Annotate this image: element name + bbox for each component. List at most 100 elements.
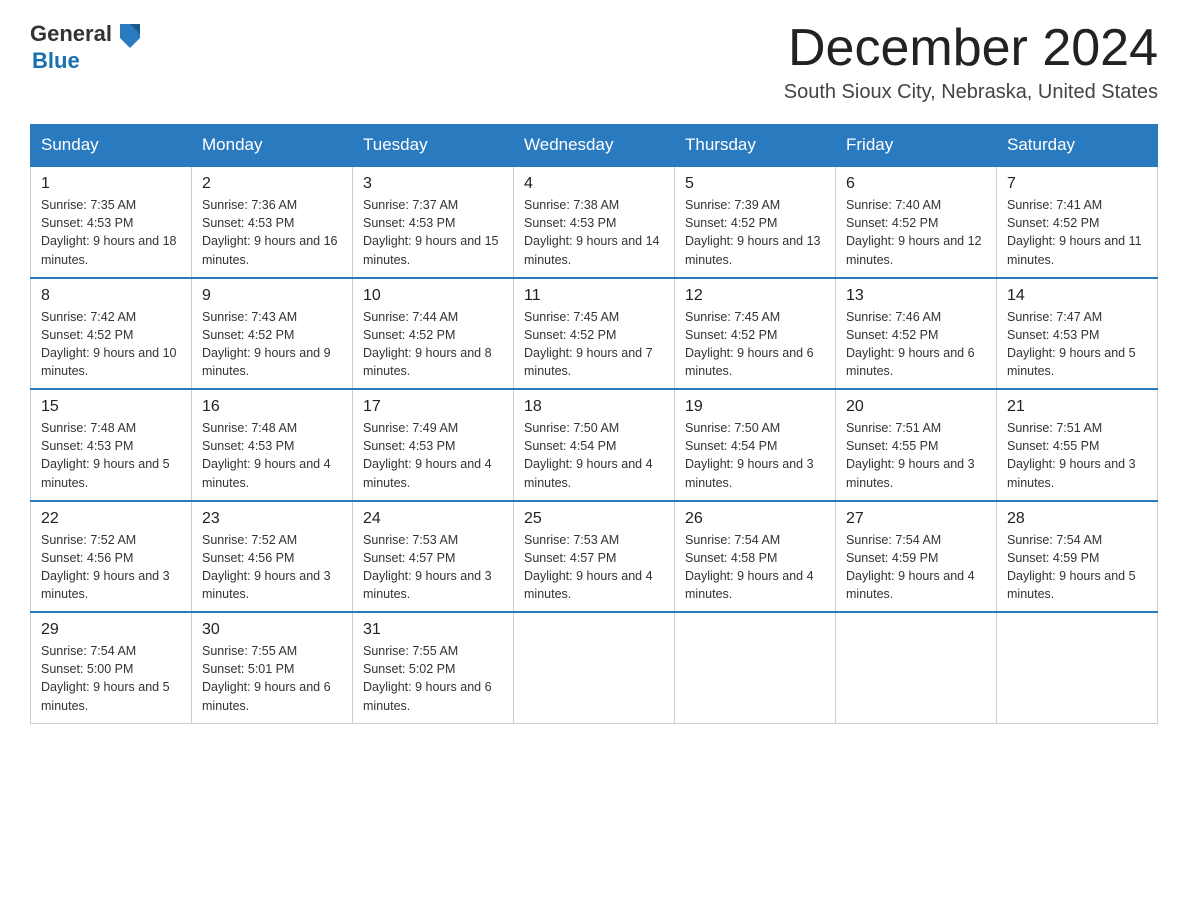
logo: General Blue	[30, 20, 144, 74]
day-info: Sunrise: 7:45 AMSunset: 4:52 PMDaylight:…	[685, 308, 825, 381]
calendar-cell	[675, 612, 836, 723]
calendar-cell: 8 Sunrise: 7:42 AMSunset: 4:52 PMDaylight…	[31, 278, 192, 390]
calendar-cell: 18 Sunrise: 7:50 AMSunset: 4:54 PMDayligh…	[514, 389, 675, 501]
day-number: 24	[363, 510, 503, 528]
weekday-header-saturday: Saturday	[997, 125, 1158, 167]
day-number: 22	[41, 510, 181, 528]
day-info: Sunrise: 7:41 AMSunset: 4:52 PMDaylight:…	[1007, 196, 1147, 269]
calendar-cell: 16Sunrise: 7:48 AMSunset: 4:53 PMDayligh…	[192, 389, 353, 501]
day-info: Sunrise: 7:48 AMSunset: 4:53 PMDaylight:…	[41, 419, 181, 492]
day-info: Sunrise: 7:36 AMSunset: 4:53 PMDaylight:…	[202, 196, 342, 269]
day-info: Sunrise: 7:51 AMSunset: 4:55 PMDaylight:…	[1007, 419, 1147, 492]
calendar-cell: 30Sunrise: 7:55 AMSunset: 5:01 PMDayligh…	[192, 612, 353, 723]
day-number: 11	[524, 287, 664, 305]
day-number: 14	[1007, 287, 1147, 305]
logo-icon	[116, 20, 144, 48]
day-info: Sunrise: 7:39 AMSunset: 4:52 PMDaylight:…	[685, 196, 825, 269]
day-number: 26	[685, 510, 825, 528]
weekday-header-row: SundayMondayTuesdayWednesdayThursdayFrid…	[31, 125, 1158, 167]
day-info: Sunrise: 7:38 AMSunset: 4:53 PMDaylight:…	[524, 196, 664, 269]
calendar-cell: 7 Sunrise: 7:41 AMSunset: 4:52 PMDaylight…	[997, 166, 1158, 278]
calendar-week-row: 8 Sunrise: 7:42 AMSunset: 4:52 PMDaylight…	[31, 278, 1158, 390]
calendar-cell: 9 Sunrise: 7:43 AMSunset: 4:52 PMDaylight…	[192, 278, 353, 390]
calendar-cell	[836, 612, 997, 723]
day-number: 27	[846, 510, 986, 528]
day-info: Sunrise: 7:46 AMSunset: 4:52 PMDaylight:…	[846, 308, 986, 381]
calendar-cell: 2 Sunrise: 7:36 AMSunset: 4:53 PMDaylight…	[192, 166, 353, 278]
weekday-header-wednesday: Wednesday	[514, 125, 675, 167]
day-info: Sunrise: 7:50 AMSunset: 4:54 PMDaylight:…	[524, 419, 664, 492]
weekday-header-friday: Friday	[836, 125, 997, 167]
day-info: Sunrise: 7:54 AMSunset: 4:59 PMDaylight:…	[1007, 531, 1147, 604]
day-number: 3	[363, 175, 503, 193]
logo-blue-text: Blue	[32, 48, 80, 74]
day-number: 23	[202, 510, 342, 528]
day-number: 8	[41, 287, 181, 305]
calendar-cell	[997, 612, 1158, 723]
logo-general-text: General	[30, 21, 112, 47]
calendar-cell: 15 Sunrise: 7:48 AMSunset: 4:53 PMDayligh…	[31, 389, 192, 501]
day-number: 20	[846, 398, 986, 416]
calendar-cell: 28 Sunrise: 7:54 AMSunset: 4:59 PMDayligh…	[997, 501, 1158, 613]
day-number: 9	[202, 287, 342, 305]
day-number: 16	[202, 398, 342, 416]
day-info: Sunrise: 7:53 AMSunset: 4:57 PMDaylight:…	[363, 531, 503, 604]
day-number: 17	[363, 398, 503, 416]
calendar-cell: 14Sunrise: 7:47 AMSunset: 4:53 PMDayligh…	[997, 278, 1158, 390]
day-number: 25	[524, 510, 664, 528]
calendar-cell: 17Sunrise: 7:49 AMSunset: 4:53 PMDayligh…	[353, 389, 514, 501]
calendar-cell: 22Sunrise: 7:52 AMSunset: 4:56 PMDayligh…	[31, 501, 192, 613]
day-info: Sunrise: 7:53 AMSunset: 4:57 PMDaylight:…	[524, 531, 664, 604]
calendar-cell: 3Sunrise: 7:37 AMSunset: 4:53 PMDaylight…	[353, 166, 514, 278]
day-info: Sunrise: 7:35 AMSunset: 4:53 PMDaylight:…	[41, 196, 181, 269]
day-number: 4	[524, 175, 664, 193]
calendar-cell: 6 Sunrise: 7:40 AMSunset: 4:52 PMDaylight…	[836, 166, 997, 278]
calendar-cell: 27 Sunrise: 7:54 AMSunset: 4:59 PMDayligh…	[836, 501, 997, 613]
day-info: Sunrise: 7:43 AMSunset: 4:52 PMDaylight:…	[202, 308, 342, 381]
location-subtitle: South Sioux City, Nebraska, United State…	[784, 81, 1158, 104]
calendar-cell: 13 Sunrise: 7:46 AMSunset: 4:52 PMDayligh…	[836, 278, 997, 390]
day-info: Sunrise: 7:54 AMSunset: 4:58 PMDaylight:…	[685, 531, 825, 604]
calendar-week-row: 15 Sunrise: 7:48 AMSunset: 4:53 PMDayligh…	[31, 389, 1158, 501]
calendar-cell: 1 Sunrise: 7:35 AMSunset: 4:53 PMDaylight…	[31, 166, 192, 278]
day-number: 15	[41, 398, 181, 416]
calendar-cell: 26 Sunrise: 7:54 AMSunset: 4:58 PMDayligh…	[675, 501, 836, 613]
day-number: 10	[363, 287, 503, 305]
day-number: 7	[1007, 175, 1147, 193]
day-info: Sunrise: 7:42 AMSunset: 4:52 PMDaylight:…	[41, 308, 181, 381]
day-number: 21	[1007, 398, 1147, 416]
day-info: Sunrise: 7:45 AMSunset: 4:52 PMDaylight:…	[524, 308, 664, 381]
calendar-cell: 25 Sunrise: 7:53 AMSunset: 4:57 PMDayligh…	[514, 501, 675, 613]
day-number: 28	[1007, 510, 1147, 528]
day-number: 5	[685, 175, 825, 193]
title-area: December 2024 South Sioux City, Nebraska…	[784, 20, 1158, 104]
day-number: 6	[846, 175, 986, 193]
day-info: Sunrise: 7:40 AMSunset: 4:52 PMDaylight:…	[846, 196, 986, 269]
day-info: Sunrise: 7:51 AMSunset: 4:55 PMDaylight:…	[846, 419, 986, 492]
calendar-week-row: 22Sunrise: 7:52 AMSunset: 4:56 PMDayligh…	[31, 501, 1158, 613]
day-info: Sunrise: 7:55 AMSunset: 5:02 PMDaylight:…	[363, 642, 503, 715]
calendar-cell: 5 Sunrise: 7:39 AMSunset: 4:52 PMDaylight…	[675, 166, 836, 278]
day-info: Sunrise: 7:55 AMSunset: 5:01 PMDaylight:…	[202, 642, 342, 715]
calendar-cell: 23Sunrise: 7:52 AMSunset: 4:56 PMDayligh…	[192, 501, 353, 613]
calendar-cell: 10Sunrise: 7:44 AMSunset: 4:52 PMDayligh…	[353, 278, 514, 390]
calendar-cell: 12 Sunrise: 7:45 AMSunset: 4:52 PMDayligh…	[675, 278, 836, 390]
day-number: 13	[846, 287, 986, 305]
calendar-cell: 24 Sunrise: 7:53 AMSunset: 4:57 PMDayligh…	[353, 501, 514, 613]
calendar-cell: 21 Sunrise: 7:51 AMSunset: 4:55 PMDayligh…	[997, 389, 1158, 501]
calendar-cell: 29Sunrise: 7:54 AMSunset: 5:00 PMDayligh…	[31, 612, 192, 723]
calendar-cell: 20 Sunrise: 7:51 AMSunset: 4:55 PMDayligh…	[836, 389, 997, 501]
day-number: 31	[363, 621, 503, 639]
day-number: 19	[685, 398, 825, 416]
day-number: 18	[524, 398, 664, 416]
day-number: 12	[685, 287, 825, 305]
calendar-cell: 11 Sunrise: 7:45 AMSunset: 4:52 PMDayligh…	[514, 278, 675, 390]
weekday-header-sunday: Sunday	[31, 125, 192, 167]
day-number: 1	[41, 175, 181, 193]
calendar-table: SundayMondayTuesdayWednesdayThursdayFrid…	[30, 124, 1158, 724]
day-info: Sunrise: 7:54 AMSunset: 4:59 PMDaylight:…	[846, 531, 986, 604]
calendar-week-row: 1 Sunrise: 7:35 AMSunset: 4:53 PMDaylight…	[31, 166, 1158, 278]
day-info: Sunrise: 7:54 AMSunset: 5:00 PMDaylight:…	[41, 642, 181, 715]
day-number: 2	[202, 175, 342, 193]
page-header: General Blue December 2024 South Sioux C…	[30, 20, 1158, 104]
